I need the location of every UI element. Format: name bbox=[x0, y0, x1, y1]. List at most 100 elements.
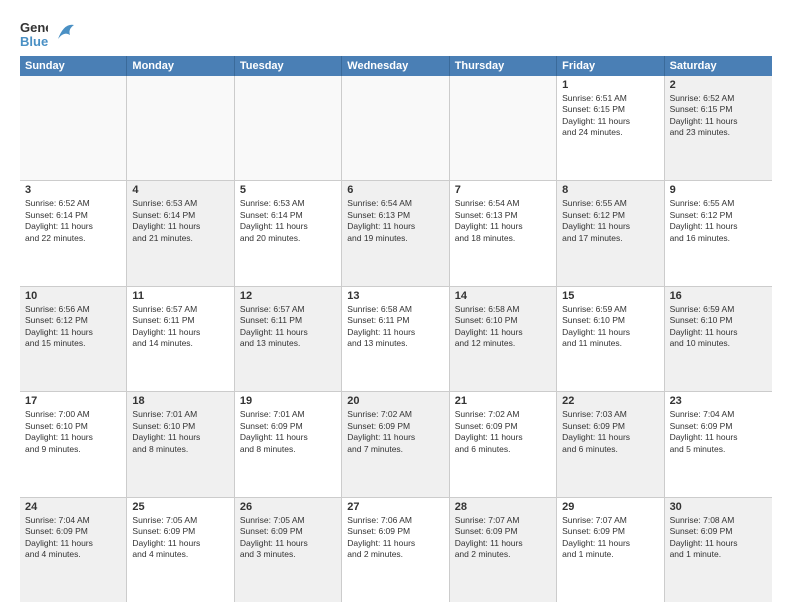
calendar-cell-20: 20Sunrise: 7:02 AM Sunset: 6:09 PM Dayli… bbox=[342, 392, 449, 496]
calendar-week-3: 10 Sunrise: 6:56 AM Sunset: 6:12 PM Dayli… bbox=[20, 287, 772, 392]
day-number: 12 bbox=[240, 290, 336, 302]
calendar-cell-16: 16Sunrise: 6:59 AM Sunset: 6:10 PM Dayli… bbox=[665, 287, 772, 391]
calendar-cell-28: 28 Sunrise: 7:07 AM Sunset: 6:09 PM Dayli… bbox=[450, 498, 557, 602]
day-number: 23 bbox=[670, 395, 767, 407]
day-info: Sunrise: 7:03 AM Sunset: 6:09 PM Dayligh… bbox=[562, 409, 658, 455]
day-number: 18 bbox=[132, 395, 228, 407]
calendar-cell-14: 14 Sunrise: 6:58 AM Sunset: 6:10 PM Dayli… bbox=[450, 287, 557, 391]
calendar-cell-5: 5 Sunrise: 6:53 AM Sunset: 6:14 PM Daylig… bbox=[235, 181, 342, 285]
day-info: Sunrise: 7:06 AM Sunset: 6:09 PM Dayligh… bbox=[347, 515, 443, 561]
day-number: 26 bbox=[240, 501, 336, 513]
day-number: 6 bbox=[347, 184, 443, 196]
logo: General Blue bbox=[20, 16, 76, 48]
calendar-cell-13: 13 Sunrise: 6:58 AM Sunset: 6:11 PM Dayli… bbox=[342, 287, 449, 391]
day-number: 4 bbox=[132, 184, 228, 196]
day-info: Sunrise: 6:53 AM Sunset: 6:14 PM Dayligh… bbox=[240, 198, 336, 244]
calendar-cell-24: 24 Sunrise: 7:04 AM Sunset: 6:09 PM Dayli… bbox=[20, 498, 127, 602]
header-day-saturday: Saturday bbox=[665, 56, 772, 76]
calendar-cell-18: 18 Sunrise: 7:01 AM Sunset: 6:10 PM Dayli… bbox=[127, 392, 234, 496]
calendar-cell-30: 30Sunrise: 7:08 AM Sunset: 6:09 PM Dayli… bbox=[665, 498, 772, 602]
day-info: Sunrise: 7:07 AM Sunset: 6:09 PM Dayligh… bbox=[455, 515, 551, 561]
day-info: Sunrise: 6:57 AM Sunset: 6:11 PM Dayligh… bbox=[132, 304, 228, 350]
day-number: 11 bbox=[132, 290, 228, 302]
day-info: Sunrise: 7:01 AM Sunset: 6:10 PM Dayligh… bbox=[132, 409, 228, 455]
day-info: Sunrise: 6:57 AM Sunset: 6:11 PM Dayligh… bbox=[240, 304, 336, 350]
day-info: Sunrise: 7:05 AM Sunset: 6:09 PM Dayligh… bbox=[240, 515, 336, 561]
svg-text:General: General bbox=[20, 20, 48, 35]
calendar-cell-empty-1 bbox=[127, 76, 234, 180]
calendar-week-1: 1 Sunrise: 6:51 AM Sunset: 6:15 PM Daylig… bbox=[20, 76, 772, 181]
day-info: Sunrise: 6:55 AM Sunset: 6:12 PM Dayligh… bbox=[670, 198, 767, 244]
day-number: 8 bbox=[562, 184, 658, 196]
day-info: Sunrise: 6:51 AM Sunset: 6:15 PM Dayligh… bbox=[562, 93, 658, 139]
calendar-cell-empty-2 bbox=[235, 76, 342, 180]
day-number: 14 bbox=[455, 290, 551, 302]
day-info: Sunrise: 6:52 AM Sunset: 6:14 PM Dayligh… bbox=[25, 198, 121, 244]
day-number: 13 bbox=[347, 290, 443, 302]
calendar-cell-3: 3 Sunrise: 6:52 AM Sunset: 6:14 PM Daylig… bbox=[20, 181, 127, 285]
day-number: 25 bbox=[132, 501, 228, 513]
calendar-body: 1 Sunrise: 6:51 AM Sunset: 6:15 PM Daylig… bbox=[20, 76, 772, 602]
day-info: Sunrise: 7:08 AM Sunset: 6:09 PM Dayligh… bbox=[670, 515, 767, 561]
day-info: Sunrise: 7:01 AM Sunset: 6:09 PM Dayligh… bbox=[240, 409, 336, 455]
day-number: 24 bbox=[25, 501, 121, 513]
day-number: 5 bbox=[240, 184, 336, 196]
calendar-cell-4: 4 Sunrise: 6:53 AM Sunset: 6:14 PM Daylig… bbox=[127, 181, 234, 285]
day-number: 2 bbox=[670, 79, 767, 91]
day-info: Sunrise: 6:53 AM Sunset: 6:14 PM Dayligh… bbox=[132, 198, 228, 244]
day-number: 9 bbox=[670, 184, 767, 196]
calendar-week-2: 3 Sunrise: 6:52 AM Sunset: 6:14 PM Daylig… bbox=[20, 181, 772, 286]
header-day-thursday: Thursday bbox=[450, 56, 557, 76]
day-number: 20 bbox=[347, 395, 443, 407]
day-number: 27 bbox=[347, 501, 443, 513]
day-number: 29 bbox=[562, 501, 658, 513]
calendar: SundayMondayTuesdayWednesdayThursdayFrid… bbox=[20, 56, 772, 602]
calendar-cell-empty-4 bbox=[450, 76, 557, 180]
calendar-header: SundayMondayTuesdayWednesdayThursdayFrid… bbox=[20, 56, 772, 76]
calendar-cell-25: 25 Sunrise: 7:05 AM Sunset: 6:09 PM Dayli… bbox=[127, 498, 234, 602]
day-info: Sunrise: 6:54 AM Sunset: 6:13 PM Dayligh… bbox=[347, 198, 443, 244]
day-number: 3 bbox=[25, 184, 121, 196]
day-number: 15 bbox=[562, 290, 658, 302]
day-number: 28 bbox=[455, 501, 551, 513]
day-info: Sunrise: 6:52 AM Sunset: 6:15 PM Dayligh… bbox=[670, 93, 767, 139]
day-info: Sunrise: 6:56 AM Sunset: 6:12 PM Dayligh… bbox=[25, 304, 121, 350]
calendar-week-4: 17 Sunrise: 7:00 AM Sunset: 6:10 PM Dayli… bbox=[20, 392, 772, 497]
header-day-monday: Monday bbox=[127, 56, 234, 76]
header-day-friday: Friday bbox=[557, 56, 664, 76]
calendar-cell-9: 9 Sunrise: 6:55 AM Sunset: 6:12 PM Daylig… bbox=[665, 181, 772, 285]
day-info: Sunrise: 6:58 AM Sunset: 6:10 PM Dayligh… bbox=[455, 304, 551, 350]
day-info: Sunrise: 6:59 AM Sunset: 6:10 PM Dayligh… bbox=[670, 304, 767, 350]
calendar-cell-29: 29 Sunrise: 7:07 AM Sunset: 6:09 PM Dayli… bbox=[557, 498, 664, 602]
day-number: 17 bbox=[25, 395, 121, 407]
day-number: 7 bbox=[455, 184, 551, 196]
page-header: General Blue bbox=[20, 16, 772, 48]
header-day-sunday: Sunday bbox=[20, 56, 127, 76]
calendar-cell-empty-3 bbox=[342, 76, 449, 180]
calendar-cell-27: 27 Sunrise: 7:06 AM Sunset: 6:09 PM Dayli… bbox=[342, 498, 449, 602]
calendar-cell-21: 21 Sunrise: 7:02 AM Sunset: 6:09 PM Dayli… bbox=[450, 392, 557, 496]
day-number: 21 bbox=[455, 395, 551, 407]
day-number: 22 bbox=[562, 395, 658, 407]
day-number: 19 bbox=[240, 395, 336, 407]
day-info: Sunrise: 6:58 AM Sunset: 6:11 PM Dayligh… bbox=[347, 304, 443, 350]
calendar-cell-12: 12 Sunrise: 6:57 AM Sunset: 6:11 PM Dayli… bbox=[235, 287, 342, 391]
day-info: Sunrise: 7:07 AM Sunset: 6:09 PM Dayligh… bbox=[562, 515, 658, 561]
day-info: Sunrise: 7:05 AM Sunset: 6:09 PM Dayligh… bbox=[132, 515, 228, 561]
calendar-cell-2: 2 Sunrise: 6:52 AM Sunset: 6:15 PM Daylig… bbox=[665, 76, 772, 180]
calendar-cell-11: 11 Sunrise: 6:57 AM Sunset: 6:11 PM Dayli… bbox=[127, 287, 234, 391]
calendar-cell-15: 15Sunrise: 6:59 AM Sunset: 6:10 PM Dayli… bbox=[557, 287, 664, 391]
day-info: Sunrise: 6:54 AM Sunset: 6:13 PM Dayligh… bbox=[455, 198, 551, 244]
day-info: Sunrise: 7:02 AM Sunset: 6:09 PM Dayligh… bbox=[455, 409, 551, 455]
day-info: Sunrise: 7:00 AM Sunset: 6:10 PM Dayligh… bbox=[25, 409, 121, 455]
day-number: 1 bbox=[562, 79, 658, 91]
day-info: Sunrise: 6:55 AM Sunset: 6:12 PM Dayligh… bbox=[562, 198, 658, 244]
day-info: Sunrise: 7:04 AM Sunset: 6:09 PM Dayligh… bbox=[25, 515, 121, 561]
header-day-tuesday: Tuesday bbox=[235, 56, 342, 76]
calendar-cell-10: 10 Sunrise: 6:56 AM Sunset: 6:12 PM Dayli… bbox=[20, 287, 127, 391]
header-day-wednesday: Wednesday bbox=[342, 56, 449, 76]
day-info: Sunrise: 7:04 AM Sunset: 6:09 PM Dayligh… bbox=[670, 409, 767, 455]
calendar-cell-6: 6 Sunrise: 6:54 AM Sunset: 6:13 PM Daylig… bbox=[342, 181, 449, 285]
day-number: 10 bbox=[25, 290, 121, 302]
logo-bird-icon: General Blue bbox=[20, 16, 48, 48]
